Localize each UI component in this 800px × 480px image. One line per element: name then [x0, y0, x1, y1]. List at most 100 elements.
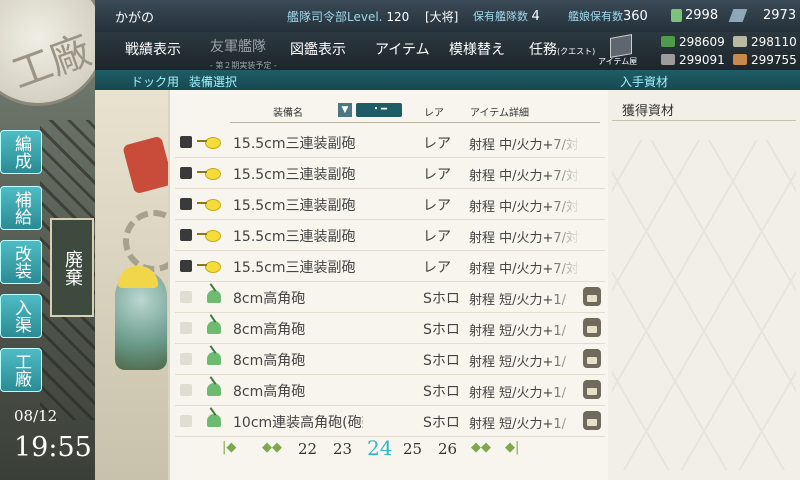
main-menu: 戦績表示 友軍艦隊 - 第２期実装予定 - 図鑑表示 アイテム 模様替え 任務(…: [95, 32, 800, 70]
hq-level-label: 艦隊司令部Level.: [287, 10, 383, 24]
lock-icon[interactable]: [583, 411, 601, 430]
equipment-row[interactable]: 15.5cm三連装副砲 レア 射程 中/火力+7/対: [175, 189, 605, 220]
equipment-detail: 射程 中/火力+7/対: [469, 138, 580, 153]
secondary-gun-icon: [197, 261, 221, 273]
aa-gun-icon: [207, 321, 221, 334]
row-checkbox[interactable]: [180, 322, 192, 334]
equipment-row[interactable]: 15.5cm三連装副砲 レア 射程 中/火力+7/対: [175, 158, 605, 189]
equipment-detail: 射程 短/火力+1/: [469, 417, 567, 432]
row-checkbox[interactable]: [180, 136, 192, 148]
lock-icon[interactable]: [583, 380, 601, 399]
header-name: 装備名: [273, 108, 303, 119]
equipment-detail: 射程 中/火力+7/対: [469, 262, 580, 277]
right-divider: [612, 120, 796, 121]
equipment-rarity: Sホロ: [423, 415, 460, 431]
equipment-rarity: レア: [423, 198, 451, 214]
equipment-name: 15.5cm三連装副砲: [233, 198, 356, 214]
equipment-name: 8cm高角砲: [233, 291, 306, 307]
menu-quest[interactable]: 任務(クエスト): [529, 39, 595, 59]
equipment-row[interactable]: 15.5cm三連装副砲 レア 射程 中/火力+7/対: [175, 220, 605, 251]
hq-level: 艦隊司令部Level. 120: [287, 8, 409, 25]
equipment-row[interactable]: 8cm高角砲 Sホロ 射程 短/火力+1/: [175, 344, 605, 375]
side-button-organize[interactable]: 編成: [0, 130, 42, 174]
page-23[interactable]: 23: [333, 440, 352, 458]
filter-button[interactable]: ・━: [356, 103, 402, 117]
equipment-name: 15.5cm三連装副砲: [233, 167, 356, 183]
menu-quest-suffix: (クエスト): [557, 47, 596, 56]
equipment-detail: 射程 短/火力+1/: [469, 386, 567, 401]
breadcrumb-resources: 入手資材: [620, 75, 669, 89]
side-button-supply[interactable]: 補給: [0, 186, 42, 230]
header-rarity: レア: [424, 108, 444, 119]
equipment-row[interactable]: 15.5cm三連装副砲 レア 射程 中/火力+7/対: [175, 127, 605, 158]
row-checkbox[interactable]: [180, 167, 192, 179]
equipment-row[interactable]: 15.5cm三連装副砲 レア 射程 中/火力+7/対: [175, 251, 605, 282]
item-shop-button[interactable]: アイテム屋: [598, 34, 638, 68]
item-shop-label: アイテム屋: [598, 57, 638, 66]
next-page-button[interactable]: ◆◆: [471, 440, 491, 455]
aa-gun-icon: [207, 383, 221, 396]
admiral-name: かがの: [115, 11, 155, 26]
equipment-row[interactable]: 10cm連装高角砲(砲架) Sホロ射程 短/火力+1/: [175, 406, 605, 437]
scrap-button[interactable]: 廃棄: [50, 218, 94, 317]
equipment-row[interactable]: 8cm高角砲 Sホロ 射程 短/火力+1/: [175, 313, 605, 344]
fleet-count: 保有艦隊数 4: [473, 8, 540, 24]
menu-furniture[interactable]: 模様替え: [449, 39, 505, 59]
header-divider: [230, 122, 600, 123]
aa-gun-icon: [207, 352, 221, 365]
row-checkbox[interactable]: [180, 198, 192, 210]
equipment-rarity: Sホロ: [423, 384, 460, 400]
side-button-arsenal[interactable]: 工廠: [0, 348, 42, 392]
bucket-icon: [671, 9, 682, 22]
equipment-rarity: レア: [423, 136, 451, 152]
secondary-gun-icon: [197, 137, 221, 149]
secondary-gun-icon: [197, 230, 221, 242]
equipment-rarity: Sホロ: [423, 322, 460, 338]
lock-icon[interactable]: [583, 318, 601, 337]
top-status-bar: かがの 艦隊司令部Level. 120 [大将] 保有艦隊数 4 艦娘保有数36…: [95, 0, 800, 32]
equipment-name: 10cm連装高角砲(砲架): [233, 415, 363, 431]
equipment-name: 8cm高角砲: [233, 322, 306, 338]
date-display: 08/12: [14, 407, 58, 425]
secondary-gun-icon: [197, 199, 221, 211]
lock-icon[interactable]: [583, 287, 601, 306]
lock-icon[interactable]: [583, 349, 601, 368]
page-25[interactable]: 25: [403, 440, 422, 458]
equipment-detail: 射程 中/火力+7/対: [469, 231, 580, 246]
shop-icon: [610, 34, 632, 58]
menu-record[interactable]: 戦績表示: [125, 39, 181, 59]
list-header: 装備名 ▼ ・━ レア アイテム詳細: [168, 100, 606, 122]
page-22[interactable]: 22: [298, 440, 317, 458]
equipment-row[interactable]: 8cm高角砲 Sホロ 射程 短/火力+1/: [175, 282, 605, 313]
row-checkbox[interactable]: [180, 384, 192, 396]
time-display: 19:55: [14, 432, 92, 463]
menu-friend-fleet-label: 友軍艦隊: [210, 39, 266, 55]
header-detail: アイテム詳細: [470, 108, 529, 119]
bauxite-icon: [733, 54, 747, 65]
equipment-rarity: レア: [423, 167, 451, 183]
last-page-button[interactable]: ◆|: [505, 440, 519, 455]
row-checkbox[interactable]: [180, 415, 192, 427]
row-checkbox[interactable]: [180, 291, 192, 303]
sort-dropdown-icon[interactable]: ▼: [338, 103, 352, 117]
breadcrumb-title: 装備選択: [189, 75, 238, 89]
fuel-icon: [661, 36, 675, 47]
page-26[interactable]: 26: [438, 440, 457, 458]
bauxite-count: 299755: [751, 53, 797, 67]
side-button-remodel[interactable]: 改装: [0, 240, 42, 284]
prev-page-button[interactable]: ◆◆: [262, 440, 282, 455]
menu-encyclopedia[interactable]: 図鑑表示: [290, 39, 346, 59]
menu-items[interactable]: アイテム: [375, 39, 430, 59]
breadcrumb: ドック用 装備選択 入手資材: [95, 70, 800, 90]
first-page-button[interactable]: |◆: [222, 440, 236, 455]
side-button-repair[interactable]: 入渠: [0, 294, 42, 338]
equipment-detail: 射程 短/火力+1/: [469, 324, 567, 339]
row-checkbox[interactable]: [180, 353, 192, 365]
menu-friend-fleet: 友軍艦隊 - 第２期実装予定 -: [210, 36, 277, 72]
ammo-count: 298110: [751, 35, 797, 49]
row-checkbox[interactable]: [180, 260, 192, 272]
equipment-row[interactable]: 8cm高角砲 Sホロ 射程 短/火力+1/: [175, 375, 605, 406]
equipment-detail: 射程 中/火力+7/対: [469, 169, 580, 184]
equipment-rarity: Sホロ: [423, 291, 460, 307]
row-checkbox[interactable]: [180, 229, 192, 241]
